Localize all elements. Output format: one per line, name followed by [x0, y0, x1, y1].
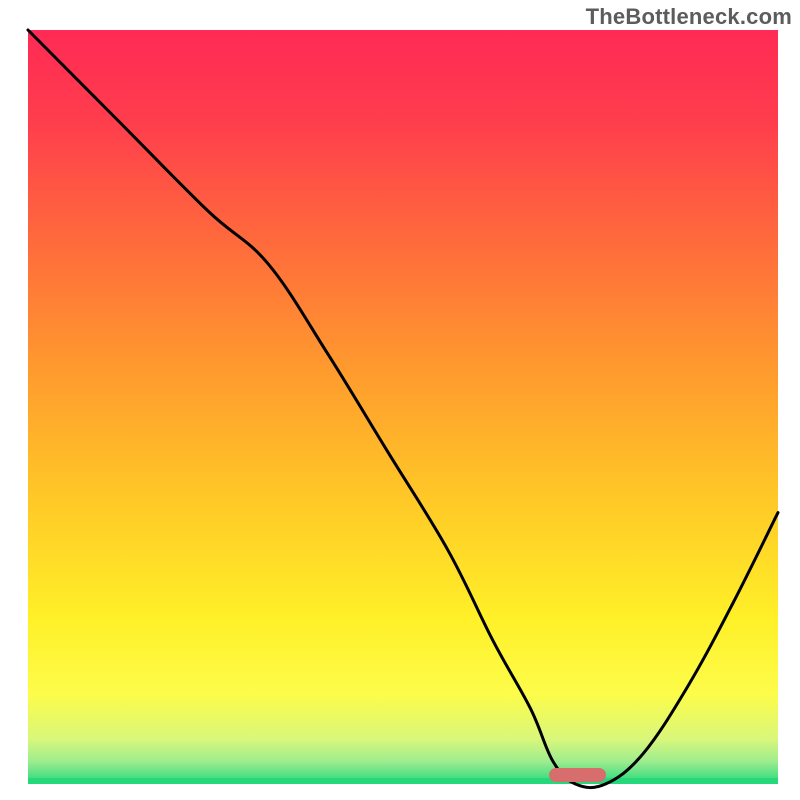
watermark-text: TheBottleneck.com [586, 4, 792, 30]
baseline [28, 778, 778, 784]
chart-svg [0, 0, 800, 800]
sweet-spot-marker [549, 768, 605, 782]
chart-canvas: { "watermark": "TheBottleneck.com", "plo… [0, 0, 800, 800]
